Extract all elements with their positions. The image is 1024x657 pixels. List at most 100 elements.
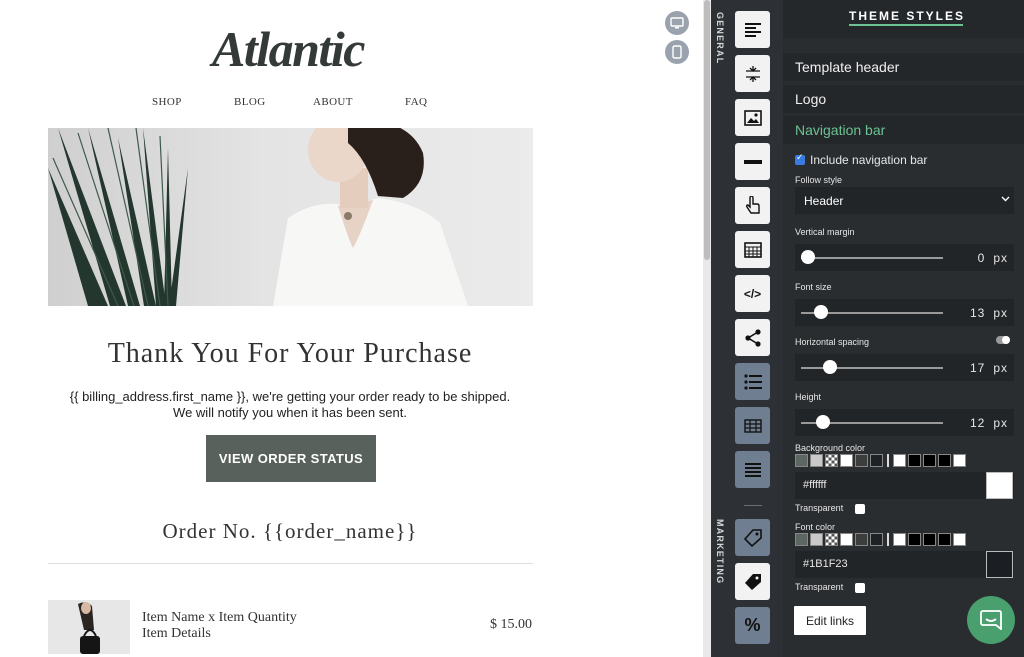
color-swatch[interactable] (908, 533, 921, 546)
follow-style-select[interactable]: Header (795, 187, 1014, 214)
list-icon (743, 373, 762, 390)
horizontal-spacing-slider-row: 17 px (795, 354, 1014, 381)
hero-image (48, 128, 533, 306)
color-swatch[interactable] (810, 533, 823, 546)
spacer-icon (745, 65, 760, 82)
font-color-input[interactable]: #1B1F23 (795, 551, 1014, 578)
nav-link-about[interactable]: ABOUT (313, 96, 353, 108)
horizontal-spacing-handle[interactable] (823, 360, 837, 374)
color-swatch[interactable] (953, 454, 966, 467)
panel-title: THEME STYLES (849, 9, 966, 23)
vertical-margin-track[interactable] (801, 257, 943, 259)
tool-list-block[interactable] (735, 363, 770, 400)
color-swatch[interactable] (953, 533, 966, 546)
color-swatch[interactable] (795, 533, 808, 546)
panel-header: THEME STYLES (783, 0, 1024, 38)
tool-percent-block[interactable]: % (735, 607, 770, 644)
color-swatch[interactable] (855, 454, 868, 467)
panel-title-underline (849, 24, 963, 26)
tool-table-block[interactable] (735, 407, 770, 444)
font-size-slider-row: 13 px (795, 299, 1014, 326)
color-swatch[interactable] (825, 454, 838, 467)
edit-links-button[interactable]: Edit links (794, 606, 866, 635)
height-value: 12 (969, 416, 986, 430)
height-unit: px (993, 416, 1008, 430)
color-swatch[interactable] (938, 533, 951, 546)
tool-divider-block[interactable] (735, 143, 770, 180)
font-color-label: Font color (795, 522, 836, 532)
font-size-unit: px (993, 306, 1008, 320)
tool-button-block[interactable] (735, 187, 770, 224)
font-color-preview[interactable] (986, 551, 1013, 578)
brand-logo: Atlantic (212, 21, 365, 77)
section-template-header[interactable]: Template header (783, 53, 1024, 81)
email-title: Thank You For Your Purchase (107, 338, 473, 369)
color-swatch[interactable] (938, 454, 951, 467)
color-swatch[interactable] (923, 533, 936, 546)
mobile-preview-button[interactable] (665, 40, 689, 64)
item-details: Item Details (142, 626, 211, 641)
color-swatch[interactable] (923, 454, 936, 467)
background-color-input[interactable]: #ffffff (795, 472, 1014, 499)
section-navigation-bar[interactable]: Navigation bar (783, 116, 1024, 144)
rail-divider (744, 505, 762, 506)
background-color-swatches (795, 454, 966, 468)
color-swatch[interactable] (870, 454, 883, 467)
tool-discount-block[interactable] (735, 563, 770, 600)
height-handle[interactable] (816, 415, 830, 429)
tool-grid-block[interactable] (735, 231, 770, 268)
horizontal-spacing-toggle[interactable] (996, 336, 1010, 344)
color-swatch[interactable] (908, 454, 921, 467)
height-slider-row: 12 px (795, 409, 1014, 436)
include-nav-checkbox[interactable] (795, 152, 805, 165)
nav-link-shop[interactable]: SHOP (152, 96, 182, 108)
button-pointer-icon (745, 195, 760, 214)
tool-spacer-block[interactable] (735, 55, 770, 92)
background-transparent-checkbox[interactable] (855, 504, 865, 514)
font-transparent-checkbox[interactable] (855, 583, 865, 593)
color-swatch[interactable] (893, 533, 906, 546)
general-section-label: GENERAL (715, 12, 725, 65)
tool-social-share-block[interactable] (735, 319, 770, 356)
order-divider (48, 563, 533, 564)
tool-text-block[interactable] (735, 11, 770, 48)
tag-filled-icon (744, 573, 761, 590)
color-swatch[interactable] (840, 533, 853, 546)
view-order-status-button[interactable]: VIEW ORDER STATUS (206, 435, 376, 482)
nav-link-blog[interactable]: BLOG (234, 96, 266, 108)
background-color-preview[interactable] (986, 472, 1013, 499)
grid-block-icon (743, 241, 762, 258)
vertical-margin-handle[interactable] (801, 250, 815, 264)
preview-scroll-thumb[interactable] (704, 0, 710, 260)
nav-link-faq[interactable]: FAQ (405, 96, 427, 108)
color-swatch[interactable] (870, 533, 883, 546)
color-swatch[interactable] (795, 454, 808, 467)
item-name: Item Name x Item Quantity (142, 610, 297, 625)
support-chat-button[interactable] (967, 596, 1015, 644)
tool-coupon-block[interactable] (735, 519, 770, 556)
tool-html-block[interactable]: </> (735, 275, 770, 312)
preview-scrollbar[interactable] (703, 0, 711, 657)
color-swatch[interactable] (855, 533, 868, 546)
vertical-margin-slider-row: 0 px (795, 244, 1014, 271)
tool-lines-block[interactable] (735, 451, 770, 488)
desktop-preview-button[interactable] (665, 11, 689, 35)
marketing-section-label: MARKETING (715, 519, 725, 585)
tag-outline-icon (743, 528, 762, 547)
section-logo[interactable]: Logo (783, 85, 1024, 113)
order-number: Order No. {{order_name}} (162, 519, 418, 543)
tool-image-block[interactable] (735, 99, 770, 136)
font-size-readout: 13 px (970, 306, 1008, 320)
follow-style-value: Header (804, 193, 844, 208)
item-thumbnail (48, 600, 130, 654)
vertical-margin-value: 0 (977, 251, 986, 265)
table-icon (743, 418, 762, 433)
color-swatch[interactable] (893, 454, 906, 467)
color-swatch (887, 454, 889, 467)
color-swatch[interactable] (840, 454, 853, 467)
color-swatch[interactable] (810, 454, 823, 467)
font-size-label: Font size (795, 282, 832, 292)
font-size-handle[interactable] (814, 305, 828, 319)
email-message-line1: {{ billing_address.first_name }}, we're … (69, 389, 511, 404)
color-swatch[interactable] (825, 533, 838, 546)
